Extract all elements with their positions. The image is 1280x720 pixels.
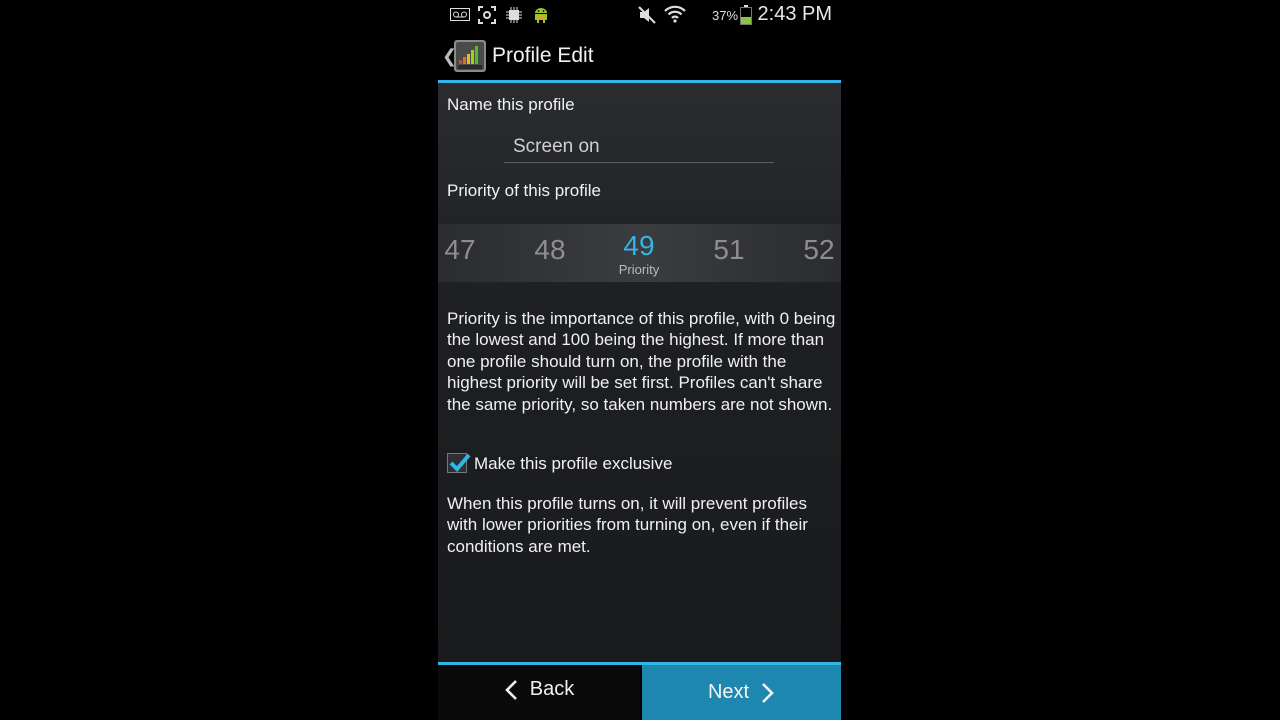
next-button-label: Next	[707, 681, 750, 703]
priority-option[interactable]: 47	[438, 234, 490, 266]
priority-help-text: Priority is the importance of this profi…	[447, 309, 836, 414]
priority-picker[interactable]: 47 48 49 Priority 51 52	[438, 224, 841, 282]
android-icon	[535, 8, 547, 23]
chevron-left-icon	[504, 679, 517, 700]
exclusive-help-text: When this profile turns on, it will prev…	[447, 494, 808, 556]
back-button[interactable]: Back	[438, 665, 640, 720]
profile-edit-form: Name this profile Priority of this profi…	[438, 83, 841, 662]
exclusive-checkbox[interactable]	[447, 453, 471, 473]
name-label: Name this profile	[447, 95, 575, 114]
back-button-label: Back	[529, 678, 575, 701]
priority-selected-sublabel: Priority	[618, 262, 660, 277]
voicemail-icon	[450, 8, 470, 21]
priority-option[interactable]: 51	[699, 234, 759, 266]
chevron-right-icon	[762, 682, 774, 703]
status-bar: 37% 2:43 PM	[438, 0, 841, 30]
exclusive-label[interactable]: Make this profile exclusive	[474, 454, 672, 474]
chip-icon	[506, 7, 522, 23]
battery-percent: 37%	[712, 8, 739, 23]
battery-icon	[740, 5, 752, 25]
setcpu-app-icon[interactable]	[454, 40, 486, 72]
profile-name-input[interactable]	[504, 131, 774, 163]
priority-label: Priority of this profile	[447, 181, 601, 200]
mute-icon	[638, 6, 656, 24]
checkmark-icon	[449, 453, 471, 472]
priority-selected-value[interactable]: 49	[609, 230, 669, 262]
priority-option[interactable]: 48	[520, 234, 580, 266]
status-time: 2:43 PM	[757, 3, 832, 25]
phone-screen: 37% 2:43 PM ❮ Profile Edit Name this pro…	[438, 0, 841, 720]
wifi-icon	[664, 5, 686, 23]
page-title: Profile Edit	[492, 44, 594, 67]
priority-option[interactable]: 52	[789, 234, 841, 266]
screenshot-icon	[478, 6, 496, 24]
next-button[interactable]: Next	[642, 665, 841, 720]
